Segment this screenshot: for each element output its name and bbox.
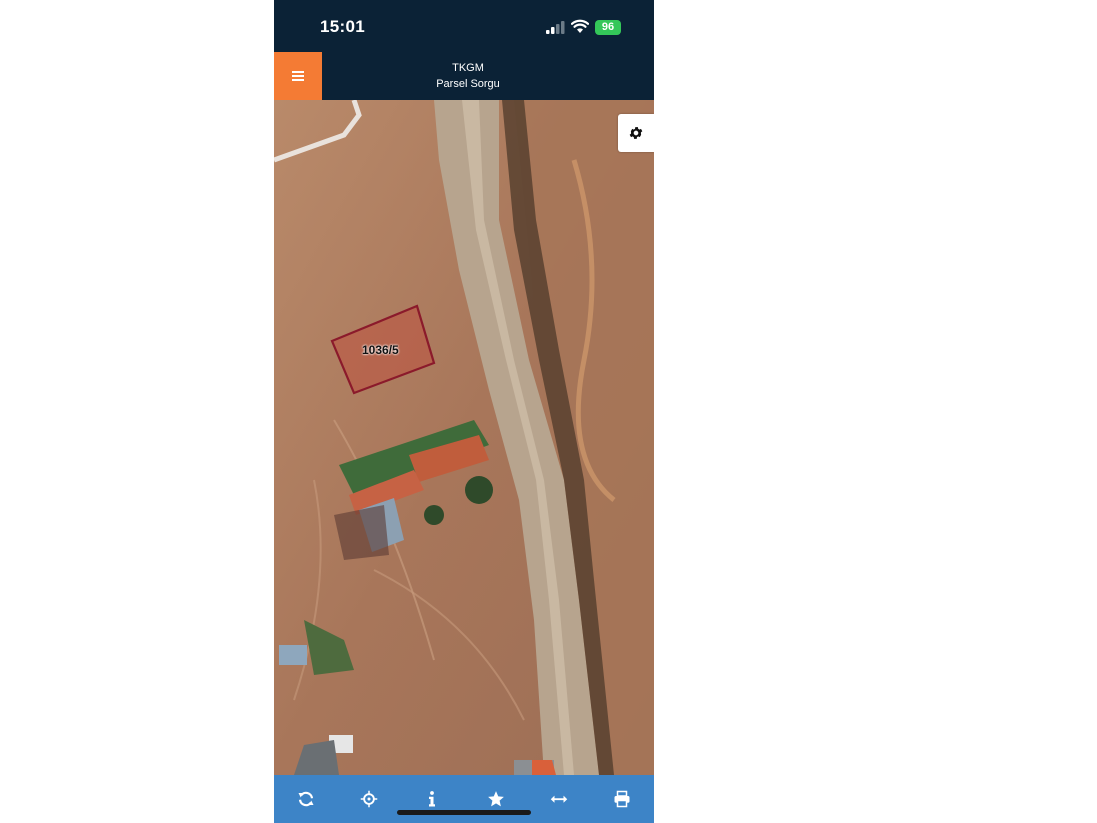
status-bar: 15:01 96 xyxy=(274,0,654,52)
cellular-signal-icon xyxy=(546,21,565,34)
print-button[interactable] xyxy=(602,779,642,819)
app-subtitle: Parsel Sorgu xyxy=(436,78,500,90)
settings-button[interactable] xyxy=(618,114,654,152)
crosshair-icon xyxy=(360,790,378,808)
header-titles: TKGM Parsel Sorgu xyxy=(322,52,614,100)
app-header: TKGM Parsel Sorgu xyxy=(274,52,654,100)
info-icon xyxy=(429,791,436,807)
home-indicator xyxy=(397,810,531,815)
refresh-button[interactable] xyxy=(286,779,326,819)
bottom-toolbar xyxy=(274,775,654,823)
measure-button[interactable] xyxy=(539,779,579,819)
wifi-icon xyxy=(571,19,589,33)
satellite-map[interactable]: 1036/5 xyxy=(274,100,654,775)
refresh-icon xyxy=(298,791,314,807)
app-title: TKGM xyxy=(452,62,484,74)
menu-button[interactable] xyxy=(274,52,322,100)
locate-button[interactable] xyxy=(349,779,389,819)
status-time: 15:01 xyxy=(320,17,365,36)
gear-icon xyxy=(629,127,643,139)
phone-screen: 15:01 96 TKGM Parsel Sorgu 1036/5 xyxy=(274,0,654,823)
print-icon xyxy=(614,790,630,808)
star-icon xyxy=(487,791,504,807)
map-imagery xyxy=(274,100,654,775)
menu-icon xyxy=(292,71,304,81)
battery-indicator: 96 xyxy=(595,20,621,35)
measure-icon xyxy=(550,795,568,803)
